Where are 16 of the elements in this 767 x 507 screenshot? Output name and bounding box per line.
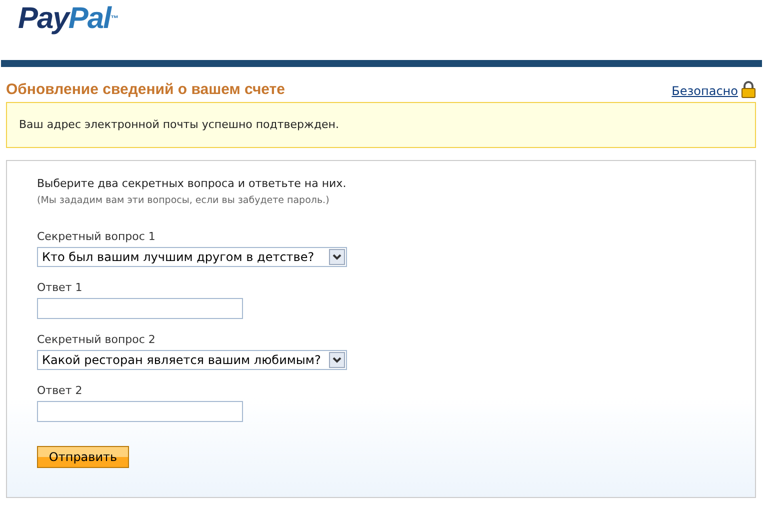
hint-text: (Мы зададим вам эти вопросы, если вы забудете пароль.) (37, 194, 330, 208)
question-dropdown[interactable]: Какой ресторан является вашим любимым? (37, 350, 347, 370)
field-label: Ответ 1 (37, 281, 84, 295)
answer-field[interactable] (37, 298, 243, 319)
secure-link[interactable]: Безопасно (672, 84, 738, 98)
logo: PayPal™ (18, 2, 118, 36)
answer-field[interactable] (37, 401, 243, 422)
notice-text: Ваш адрес электронной почты успешно подтвержден. (19, 116, 339, 133)
page-title: Обновление сведений о вашем счете (6, 81, 285, 99)
field-label: Ответ 2 (37, 384, 84, 398)
lock-icon (741, 81, 756, 98)
field-label: Секретный вопрос 1 (37, 230, 156, 244)
submit-button[interactable]: Отправить (37, 446, 129, 468)
question-dropdown[interactable]: Кто был вашим лучшим другом в детстве? (37, 247, 347, 267)
intro-text: Выберите два секретных вопроса и ответьте на них. (37, 177, 348, 191)
field-label: Секретный вопрос 2 (37, 333, 156, 347)
